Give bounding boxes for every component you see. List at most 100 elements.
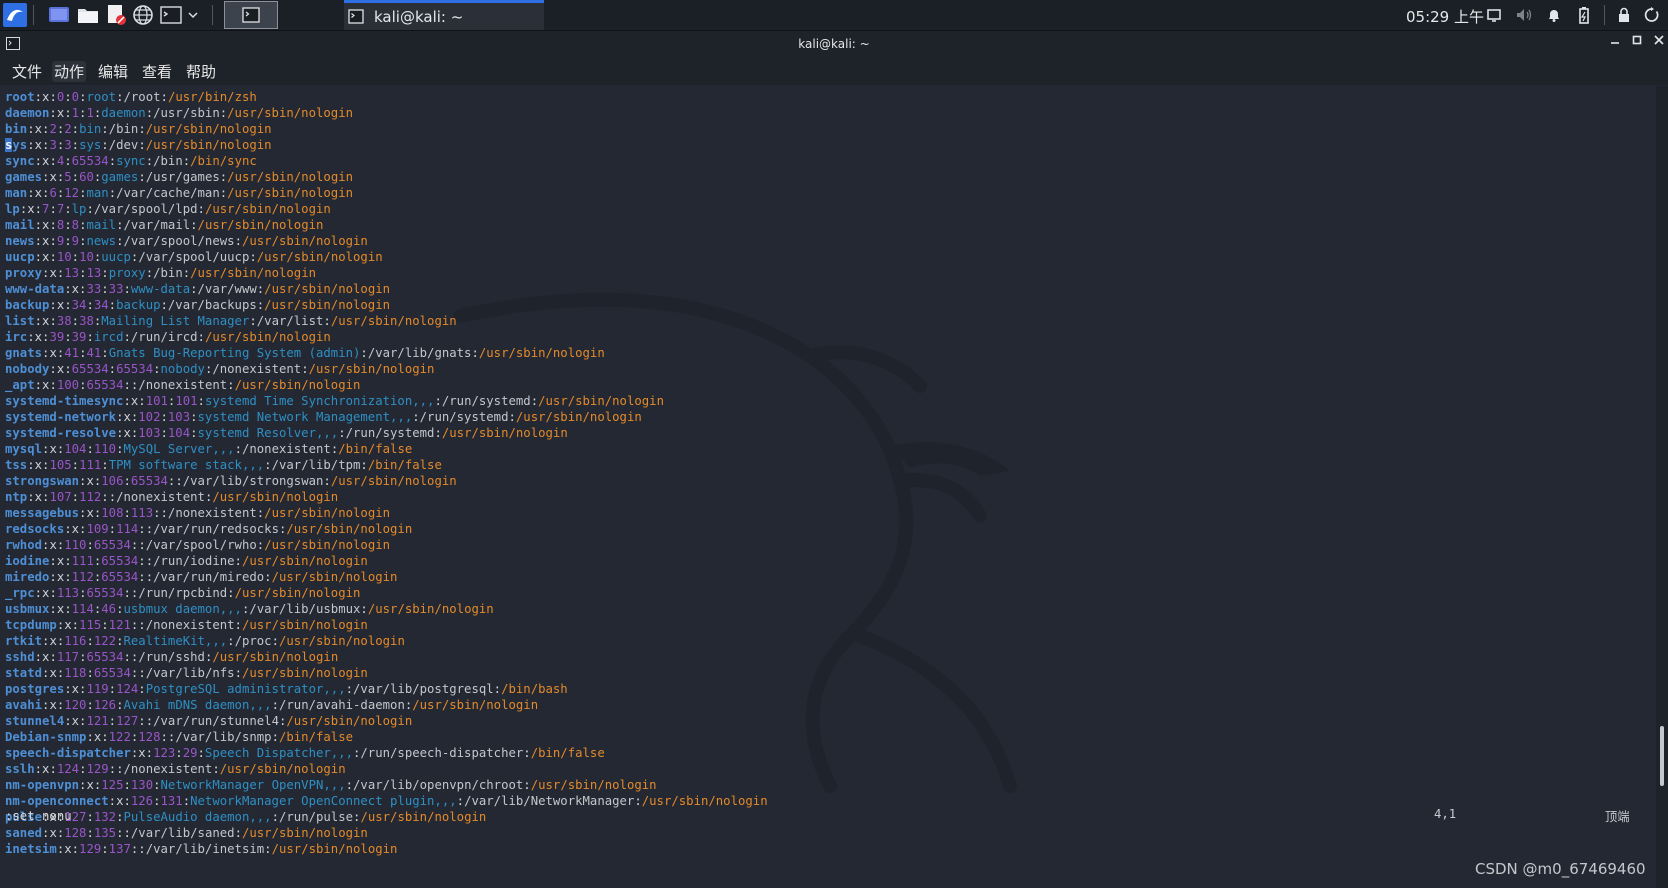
field-separator: :	[27, 186, 35, 200]
field-separator: :	[64, 106, 72, 120]
field-uid: 105	[49, 458, 72, 472]
terminal-icon	[348, 9, 364, 24]
field-separator: :	[101, 458, 109, 472]
field-gid: 127	[116, 714, 139, 728]
field-gid: 65534	[130, 474, 168, 488]
field-separator: :	[71, 314, 80, 328]
field-gid: 8	[71, 218, 80, 232]
field-separator: :	[64, 298, 72, 312]
field-gecos: bin	[79, 122, 102, 136]
display-icon[interactable]	[1482, 3, 1506, 27]
field-gid: 65534	[101, 554, 139, 568]
terminal-line: mail:x:8:8:mail:/var/mail:/usr/sbin/nolo…	[5, 217, 768, 233]
field-gecos: proxy	[108, 266, 146, 280]
desktop-icon[interactable]	[47, 3, 71, 27]
field-home: /run/pulse	[278, 810, 354, 824]
field-home: /usr/sbin	[153, 106, 220, 120]
notification-bell-icon[interactable]	[1542, 3, 1566, 27]
field-username: www-data	[5, 282, 65, 296]
field-separator: :	[456, 794, 465, 808]
window-titlebar[interactable]: kali@kali: ~	[0, 31, 1668, 57]
field-separator: :	[64, 362, 72, 376]
field-username: systemd-resolve	[5, 426, 117, 440]
terminal-line: sys:x:3:3:sys:/dev:/usr/sbin/nologin	[5, 137, 768, 153]
field-separator: :	[49, 250, 57, 264]
vim-command-line[interactable]: :set nonu	[5, 809, 72, 823]
field-shell: /usr/sbin/nologin	[227, 106, 353, 120]
field-uid: 113	[56, 586, 80, 600]
field-separator: :	[64, 282, 72, 296]
field-home: /nonexistent	[138, 378, 228, 392]
terminal-line: root:x:0:0:root:/root:/usr/bin/zsh	[5, 89, 768, 105]
field-uid: 126	[130, 794, 154, 808]
menu-help[interactable]: 帮助	[184, 61, 218, 82]
close-button[interactable]	[1652, 35, 1666, 49]
field-shell: /usr/sbin/nologin	[145, 122, 272, 136]
field-shell: /usr/sbin/nologin	[286, 522, 413, 536]
terminal-output[interactable]: root:x:0:0:root:/root:/usr/bin/zsh daemon…	[0, 86, 1656, 888]
scrollbar-thumb[interactable]	[1660, 726, 1664, 786]
maximize-button[interactable]	[1630, 35, 1644, 49]
field-home: /var/mail	[123, 218, 191, 232]
taskbar-window-button[interactable]: kali@kali: ~	[344, 0, 544, 30]
field-shell: /usr/sbin/nologin	[204, 330, 331, 344]
field-separator: :	[145, 154, 154, 168]
field-uid: 102	[138, 410, 161, 424]
workspace-button[interactable]	[224, 1, 278, 29]
field-username: saned	[5, 826, 43, 840]
field-username: proxy	[5, 266, 43, 280]
menu-view[interactable]: 查看	[140, 61, 174, 82]
field-separator: :	[71, 122, 80, 136]
field-separator: :	[138, 170, 146, 184]
field-password: x	[49, 442, 57, 456]
lock-icon[interactable]	[1612, 3, 1636, 27]
field-home: /var/lib/saned	[130, 826, 235, 840]
terminal-scrollbar[interactable]	[1656, 86, 1668, 888]
field-uid: 34	[71, 298, 87, 312]
field-separator: :	[190, 426, 198, 440]
field-separator: :	[101, 490, 109, 504]
field-shell: /usr/sbin/nologin	[219, 762, 346, 776]
chevron-down-icon[interactable]	[186, 3, 200, 27]
field-separator: :	[101, 842, 109, 856]
field-gecos: www-data	[130, 282, 191, 296]
menu-edit[interactable]: 编辑	[96, 61, 130, 82]
field-separator: :	[71, 458, 80, 472]
field-separator: :	[212, 762, 220, 776]
field-separator: :	[49, 298, 57, 312]
field-separator: :	[86, 730, 94, 744]
menu-file[interactable]: 文件	[10, 61, 44, 82]
field-home: /nonexistent	[145, 618, 235, 632]
csdn-watermark: CSDN @m0_67469460	[1475, 860, 1646, 878]
menu-action[interactable]: 动作	[52, 61, 87, 82]
field-home: /bin	[153, 266, 183, 280]
battery-icon[interactable]	[1572, 3, 1596, 27]
field-username: sys	[5, 138, 28, 152]
field-separator: :	[116, 826, 124, 840]
field-gid: 131	[160, 794, 183, 808]
volume-icon[interactable]	[1512, 3, 1536, 27]
field-separator: :	[64, 330, 72, 344]
field-separator: :	[175, 746, 183, 760]
text-editor-icon[interactable]	[104, 3, 128, 27]
field-separator: :	[345, 682, 353, 696]
field-gid: 33	[108, 282, 124, 296]
field-gecos: daemon	[101, 106, 146, 120]
taskbar-separator	[1604, 5, 1605, 25]
kali-menu-icon[interactable]	[3, 3, 27, 27]
field-username: backup	[5, 298, 50, 312]
field-separator: :	[49, 106, 57, 120]
clock[interactable]: 05:29 上午	[1406, 6, 1484, 27]
field-separator: :	[108, 762, 117, 776]
field-uid: 13	[64, 266, 80, 280]
field-separator: :	[271, 730, 279, 744]
field-home: /run/systemd	[419, 410, 509, 424]
logout-icon[interactable]	[1640, 3, 1664, 27]
minimize-button[interactable]	[1608, 35, 1622, 49]
field-separator: :	[108, 794, 117, 808]
field-uid: 106	[101, 474, 124, 488]
browser-icon[interactable]	[131, 3, 155, 27]
field-home: /run/rpcbind	[138, 586, 228, 600]
terminal-launcher-icon[interactable]	[159, 3, 183, 27]
file-manager-icon[interactable]	[76, 3, 100, 27]
